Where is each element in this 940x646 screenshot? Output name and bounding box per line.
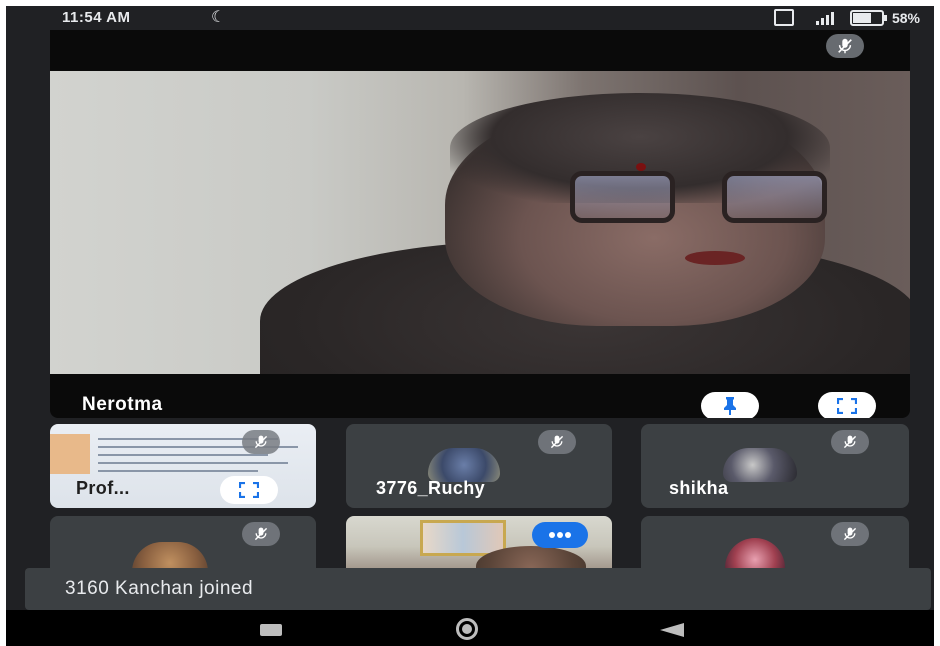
fullscreen-button[interactable] — [220, 476, 278, 504]
join-notification-toast: 3160 Kanchan joined — [25, 568, 931, 610]
back-button[interactable] — [660, 623, 684, 637]
fullscreen-button[interactable] — [818, 392, 876, 418]
participant-tile[interactable]: shikha — [641, 424, 909, 508]
sim-icon — [773, 9, 794, 26]
participant-tile[interactable]: 3776_Ruchy — [346, 424, 612, 508]
speaker-lips — [685, 251, 745, 265]
phone-screen: 11:54 AM ☾ 58% Nerotma Prof... 3776_Ruch… — [6, 6, 934, 646]
participant-tile[interactable] — [641, 516, 909, 571]
pin-button[interactable] — [701, 392, 759, 418]
fullscreen-icon — [239, 482, 259, 498]
main-speaker-tile[interactable]: Nerotma — [50, 30, 910, 418]
share-text-line — [98, 462, 288, 464]
avatar — [725, 538, 785, 571]
mic-off-icon — [831, 430, 869, 454]
avatar — [723, 448, 797, 482]
avatar — [132, 542, 208, 571]
avatar — [428, 448, 500, 482]
status-icons: 58% — [773, 9, 920, 26]
recents-button[interactable] — [260, 624, 282, 636]
status-time: 11:54 AM — [62, 9, 131, 26]
more-options-button[interactable] — [532, 522, 588, 548]
participant-name: shikha — [669, 478, 729, 498]
home-icon-inner — [462, 624, 472, 634]
mic-off-icon — [831, 522, 869, 546]
mic-off-icon — [826, 34, 864, 58]
system-navigation-bar — [6, 610, 934, 646]
share-text-line — [98, 470, 258, 472]
share-text-line — [98, 454, 268, 456]
share-slide-accent — [50, 434, 90, 474]
participant-name: 3776_Ruchy — [376, 478, 486, 498]
do-not-disturb-icon: ☾ — [211, 9, 226, 26]
participant-tile-camera[interactable] — [346, 516, 612, 571]
speaker-video — [50, 71, 910, 374]
signal-icon — [802, 11, 842, 25]
mic-off-icon — [538, 430, 576, 454]
speaker-bindi — [636, 163, 646, 171]
speaker-glasses-right — [722, 171, 827, 223]
pin-icon — [724, 397, 736, 415]
mic-off-icon — [242, 430, 280, 454]
battery-icon — [849, 9, 887, 26]
participant-name: Prof... — [76, 478, 130, 498]
main-speaker-name: Nerotma — [82, 394, 163, 415]
fullscreen-icon — [837, 398, 857, 414]
toast-message: 3160 Kanchan joined — [65, 578, 254, 599]
mic-off-icon — [242, 522, 280, 546]
speaker-glasses-left — [570, 171, 675, 223]
status-bar: 11:54 AM ☾ 58% — [6, 6, 934, 30]
participant-tile[interactable] — [50, 516, 316, 571]
home-button[interactable] — [456, 618, 478, 640]
participant-tile-screen-share[interactable]: Prof... — [50, 424, 316, 508]
battery-percent: 58% — [891, 9, 920, 26]
more-options-icon — [549, 532, 571, 538]
